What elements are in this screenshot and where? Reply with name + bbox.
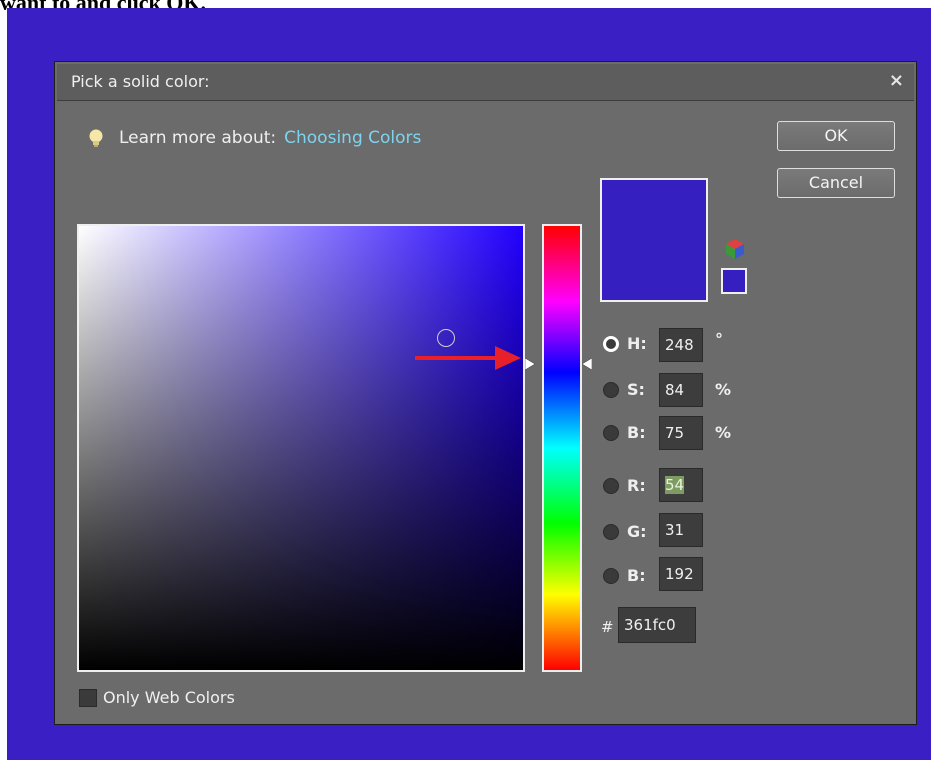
hue-slider[interactable] (542, 224, 582, 672)
cancel-button[interactable]: Cancel (777, 168, 895, 198)
red-radio[interactable] (603, 478, 619, 494)
learn-more-label: Learn more about: (119, 128, 277, 148)
hex-input[interactable]: 361fc0 (618, 607, 696, 643)
hue-slider-right-handle[interactable] (582, 358, 592, 370)
dialog-title: Pick a solid color: (71, 72, 210, 91)
hue-unit: ° (715, 330, 723, 349)
page-backdrop: Pick a solid color: × Learn more about: … (7, 8, 931, 760)
color-field[interactable] (77, 224, 525, 672)
choosing-colors-link[interactable]: Choosing Colors (284, 128, 421, 148)
saturation-radio[interactable] (603, 382, 619, 398)
hue-input[interactable]: 248 (659, 328, 703, 362)
green-value: 31 (665, 521, 685, 539)
hex-value: 361fc0 (624, 616, 676, 634)
red-label: R: (627, 476, 646, 495)
blue-value: 192 (665, 565, 694, 583)
learn-more-row: Learn more about: Choosing Colors (85, 127, 421, 149)
hue-value: 248 (665, 336, 694, 354)
saturation-value: 84 (665, 381, 685, 399)
only-web-colors-option[interactable]: Only Web Colors (79, 688, 235, 707)
hue-slider-left-handle[interactable] (525, 358, 535, 370)
brightness-input[interactable]: 75 (659, 416, 703, 450)
saturation-input[interactable]: 84 (659, 373, 703, 407)
only-web-colors-checkbox[interactable] (79, 688, 97, 707)
hue-radio[interactable] (603, 336, 619, 352)
lightbulb-icon (89, 129, 103, 147)
brightness-label: B: (627, 423, 646, 442)
only-web-colors-label: Only Web Colors (103, 688, 235, 707)
blue-label: B: (627, 566, 646, 585)
green-input[interactable]: 31 (659, 513, 703, 547)
brightness-unit: % (715, 423, 732, 442)
brightness-radio[interactable] (603, 425, 619, 441)
color-picker-dialog: Pick a solid color: × Learn more about: … (54, 61, 917, 725)
web-safe-swatch[interactable] (721, 268, 747, 294)
hue-label: H: (627, 334, 647, 353)
red-input[interactable]: 54 (659, 468, 703, 502)
blue-radio[interactable] (603, 568, 619, 584)
brightness-value: 75 (665, 424, 685, 442)
new-color-swatch (600, 178, 708, 302)
dialog-titlebar[interactable]: Pick a solid color: × (57, 64, 914, 101)
green-radio[interactable] (603, 524, 619, 540)
color-field-shade-layer (79, 226, 523, 670)
color-cube-icon[interactable] (725, 238, 745, 260)
hex-prefix: # (601, 618, 614, 636)
close-icon[interactable]: × (889, 70, 904, 91)
green-label: G: (627, 522, 647, 541)
annotation-arrow-icon (415, 346, 521, 370)
blue-input[interactable]: 192 (659, 557, 703, 591)
ok-button[interactable]: OK (777, 121, 895, 151)
red-value: 54 (665, 476, 685, 494)
saturation-unit: % (715, 380, 732, 399)
saturation-label: S: (627, 380, 645, 399)
